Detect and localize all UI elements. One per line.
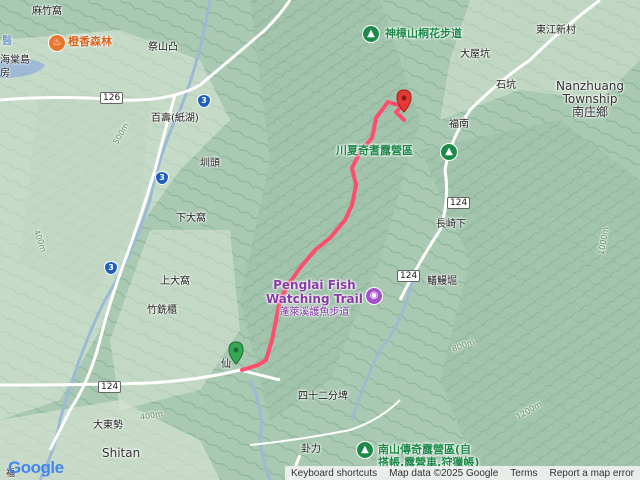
google-logo-text: Google [8,458,64,477]
place-changqixia: 長崎下 [436,219,466,230]
place-guali: 卦力 [301,444,321,455]
poi-penglai[interactable]: Penglai Fish Watching Trail 蓬萊溪護魚步道 [266,278,363,320]
poi-penglai-zh: 蓬萊溪護魚步道 [279,307,350,318]
poi-nanshan-a: 南山傳奇露營區(自 [378,443,472,456]
map-data-text: Map data ©2025 Google [389,467,499,479]
place-zhutou: 圳頭 [200,158,220,169]
place-jishan: 祭山凸 [148,42,178,53]
poi-orange-forest[interactable]: 橙香森林 [68,36,112,48]
camera-icon[interactable]: ◉ [365,287,383,305]
park-icon[interactable]: ▲ [362,25,380,43]
terms-link[interactable]: Terms [504,468,543,479]
place-haitangdao-b: 房 [0,68,10,79]
road-shield-124-east: 124 [447,197,471,209]
map-footer: Google Keyboard shortcuts Map data ©2025… [0,458,640,480]
footer-bar: Keyboard shortcuts Map data ©2025 Google… [284,466,640,480]
place-xiadawo: 下大窩 [176,213,206,224]
township-zh: 南庄鄉 [572,105,609,119]
road-shield-124-mid: 124 [397,270,421,282]
place-shanmanwo: 鱔鰻堀 [427,276,457,287]
place-funan: 福南 [449,119,469,130]
report-error-link[interactable]: Report a map error [544,468,640,479]
place-xianbo: 仙 [221,359,231,370]
place-zhuxiaolong: 竹銑櫃 [147,305,177,316]
poi-shen-zhang[interactable]: 神樟山桐花步道 [385,28,462,40]
township-label: Nanzhuang Township 南庄鄉 [556,80,624,119]
road-shield-126: 126 [100,92,124,104]
place-shangdawo: 上大窩 [160,276,190,287]
campsite-south-icon[interactable]: ▲ [356,441,374,459]
road-shield-124-west: 124 [98,381,122,393]
keyboard-shortcuts-link[interactable]: Keyboard shortcuts [285,468,383,479]
place-dadongshi: 大東勢 [93,420,123,431]
place-sishier: 四十二分埤 [298,391,348,402]
place-dawukeng: 大屋坑 [460,49,490,60]
place-mazhuwo: 麻竹窩 [32,6,62,17]
restaurant-icon[interactable]: ♨ [48,34,66,52]
google-logo: Google [8,458,64,478]
place-haitangdao-a: 海棠島 [0,55,30,66]
place-hospital: 醫 [2,36,12,47]
map-canvas[interactable]: 麻竹窩 醫 海棠島 房 祭山凸 百壽(紙湖) 圳頭 下大窩 上大窩 竹銑櫃 仙 … [0,0,640,480]
campsite-icon[interactable]: ▲ [440,143,458,161]
place-shikeng: 石坑 [496,80,516,91]
place-dongjiang: 東江新村 [536,25,576,36]
poi-chuanxia[interactable]: 川夏奇耆露營區 [336,145,413,157]
poi-penglai-b: Watching Trail [266,292,363,306]
poi-penglai-a: Penglai Fish [273,278,356,292]
place-shitan: Shitan [102,446,141,460]
place-baishou: 百壽(紙湖) [151,113,199,124]
